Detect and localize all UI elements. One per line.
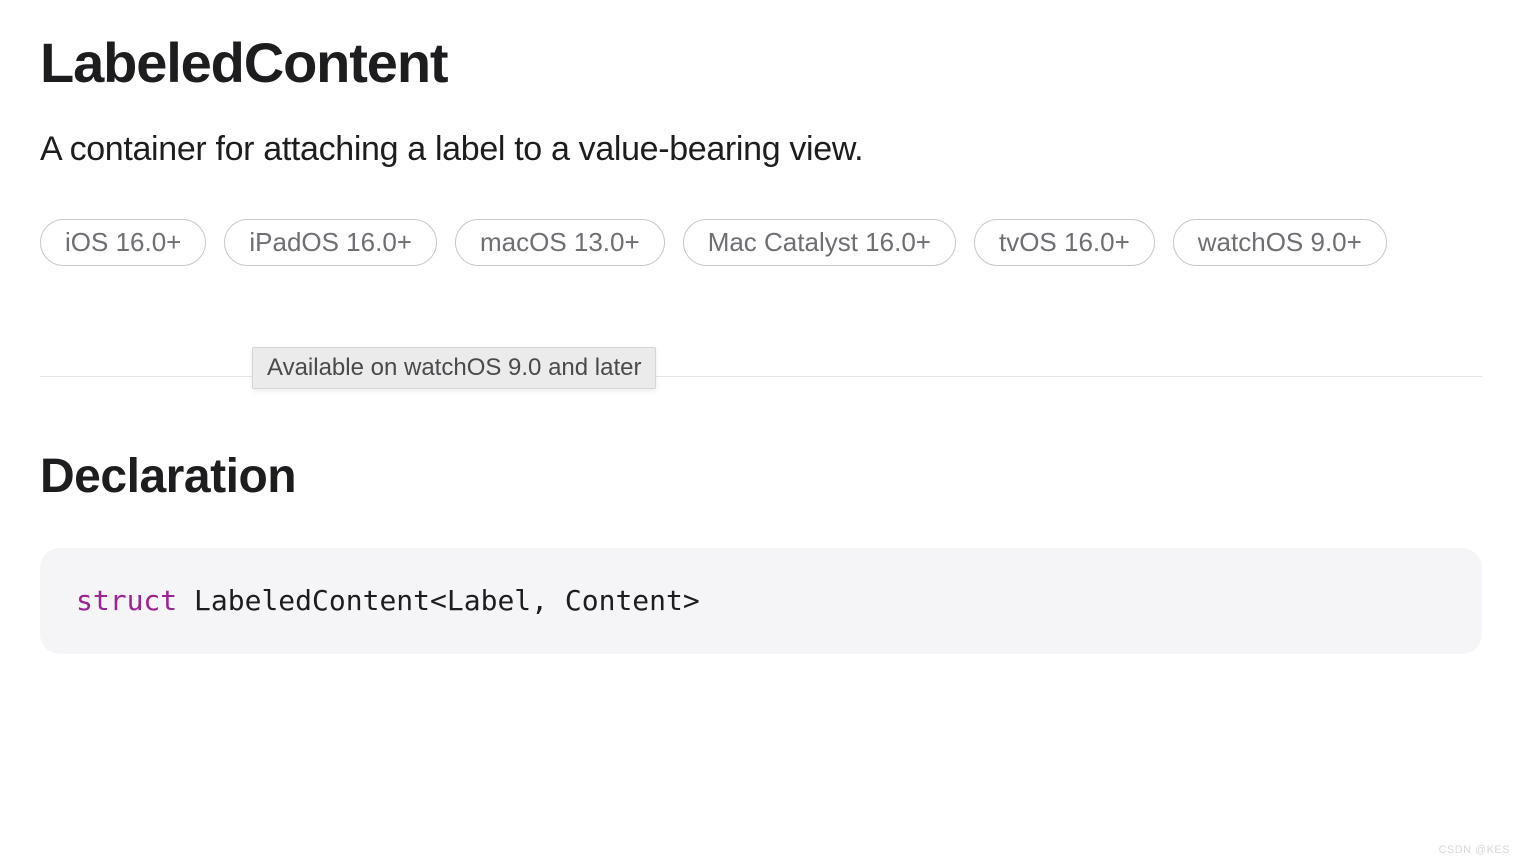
page-subtitle: A container for attaching a label to a v… [40,127,1482,171]
code-keyword-struct: struct [76,584,177,617]
platform-badge-ipados[interactable]: iPadOS 16.0+ [224,219,437,266]
platform-badge-watchos[interactable]: watchOS 9.0+ [1173,219,1387,266]
declaration-heading: Declaration [40,449,1482,504]
code-declaration-body: LabeledContent<Label, Content> [177,584,700,617]
platform-badge-tvos[interactable]: tvOS 16.0+ [974,219,1155,266]
page-title: LabeledContent [40,30,1482,95]
watermark-text: CSDN @KES [1439,844,1510,856]
platform-badge-macos[interactable]: macOS 13.0+ [455,219,665,266]
platform-badge-ios[interactable]: iOS 16.0+ [40,219,206,266]
platform-badge-mac-catalyst[interactable]: Mac Catalyst 16.0+ [683,219,956,266]
platform-badges-container: iOS 16.0+ iPadOS 16.0+ macOS 13.0+ Mac C… [40,219,1482,266]
platform-tooltip: Available on watchOS 9.0 and later [252,347,656,389]
declaration-code-block: struct LabeledContent<Label, Content> [40,548,1482,654]
